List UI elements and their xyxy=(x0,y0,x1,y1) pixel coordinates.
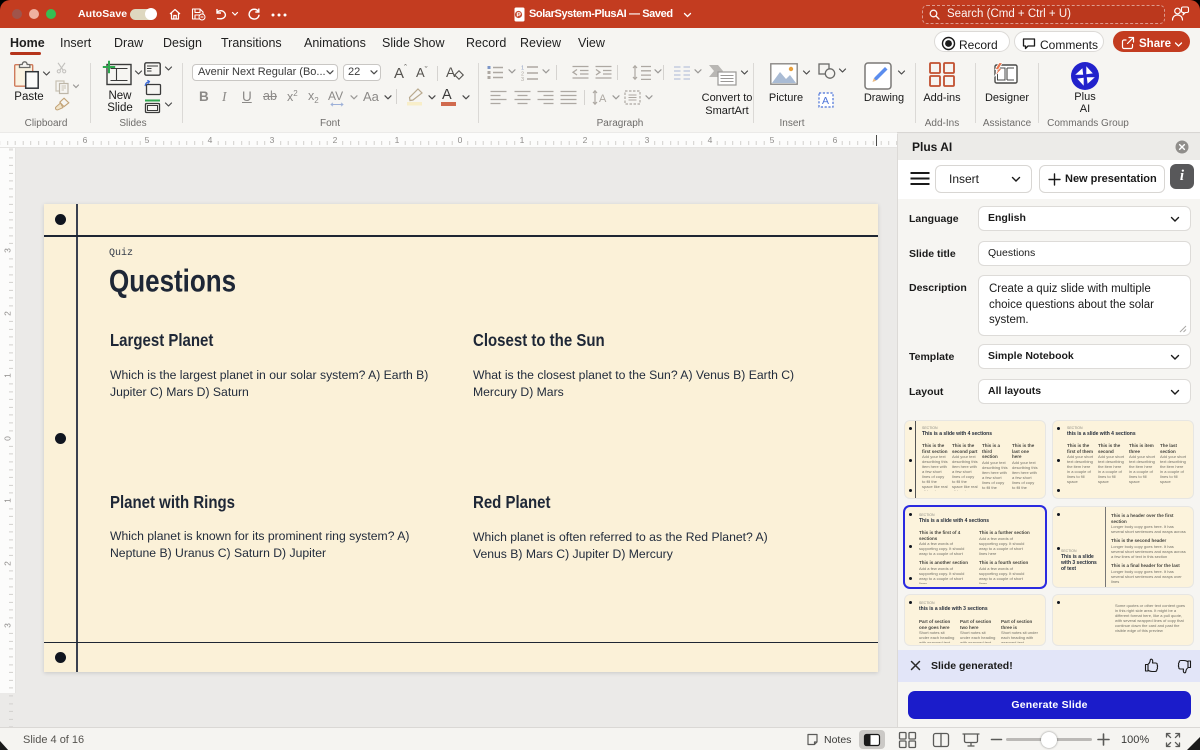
svg-text:A: A xyxy=(599,93,607,105)
svg-text:3: 3 xyxy=(521,77,524,83)
svg-text:A: A xyxy=(446,64,456,80)
svg-text:A: A xyxy=(822,95,829,107)
